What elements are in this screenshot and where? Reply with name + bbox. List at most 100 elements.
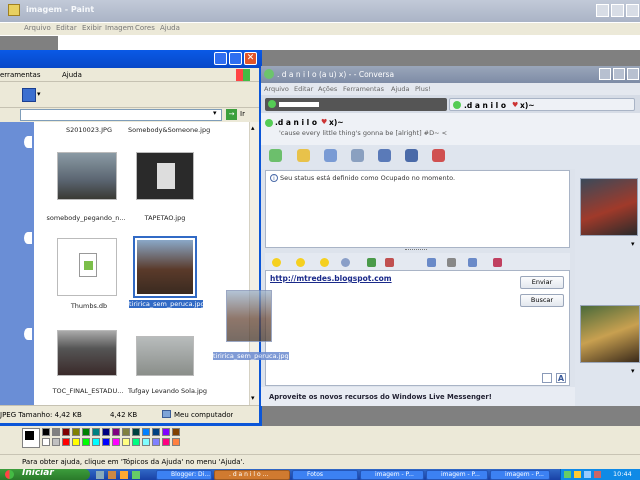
background-icon[interactable]	[367, 258, 376, 267]
go-arrow-icon[interactable]: →	[226, 109, 237, 120]
tray-icon[interactable]	[594, 471, 601, 478]
tray-icon[interactable]	[564, 471, 571, 478]
file-label[interactable]: Somebody&Someone.jpg	[128, 126, 210, 134]
explorer-close-button[interactable]: ✕	[244, 52, 257, 65]
msn-menu-ferramentas[interactable]: Ferramentas	[343, 85, 384, 93]
scroll-up-arrow-icon[interactable]: ▴	[251, 124, 255, 132]
handwriting-icon[interactable]	[468, 258, 477, 267]
tab-contact[interactable]: .d a n i l o ♥ x)~	[449, 98, 635, 111]
palette-swatch[interactable]	[122, 428, 130, 436]
scroll-down-arrow-icon[interactable]: ▾	[251, 394, 255, 402]
file-label[interactable]: somebody_pegando_n...	[46, 214, 126, 222]
palette-swatch[interactable]	[42, 438, 50, 446]
paint-canvas[interactable]	[58, 36, 640, 50]
file-thumbnail-document[interactable]	[57, 238, 117, 296]
palette-swatch[interactable]	[132, 428, 140, 436]
palette-swatch[interactable]	[112, 438, 120, 446]
palette-swatch[interactable]	[142, 438, 150, 446]
webcam-icon[interactable]	[324, 149, 337, 162]
go-button-label[interactable]: Ir	[240, 110, 245, 118]
paint-menu-editar[interactable]: Editar	[56, 24, 77, 32]
splitter-handle[interactable]	[405, 249, 427, 251]
explorer-menu-ajuda[interactable]: Ajuda	[62, 71, 82, 79]
file-label[interactable]: Thumbs.db	[54, 302, 124, 310]
promo-text[interactable]: Aproveite os novos recursos do Windows L…	[269, 393, 492, 401]
palette-swatch[interactable]	[52, 438, 60, 446]
palette-swatch[interactable]	[172, 428, 180, 436]
task-pane-collapse-icon[interactable]	[24, 136, 32, 148]
task-pane-collapse-icon[interactable]	[24, 232, 32, 244]
contact-display-picture[interactable]	[580, 178, 638, 236]
paint-menu-exibir[interactable]: Exibir	[82, 24, 102, 32]
views-icon[interactable]	[22, 88, 36, 102]
palette-swatch[interactable]	[72, 428, 80, 436]
palette-swatch[interactable]	[82, 428, 90, 436]
own-picture-menu-chevron-icon[interactable]: ▾	[631, 367, 635, 375]
send-file-icon[interactable]	[297, 149, 310, 162]
nudge-icon[interactable]	[320, 258, 329, 267]
block-contact-icon[interactable]	[432, 149, 445, 162]
clock[interactable]: 10:44	[613, 470, 632, 478]
quick-launch-explorer-icon[interactable]	[96, 471, 104, 479]
messenger-minimize-button[interactable]	[599, 68, 611, 80]
quick-launch-messenger-icon[interactable]	[132, 471, 140, 479]
views-dropdown-chevron-icon[interactable]: ▾	[37, 90, 41, 98]
address-dropdown-chevron-icon[interactable]: ▾	[213, 109, 217, 117]
font-icon[interactable]	[427, 258, 436, 267]
file-thumbnail-selected[interactable]	[133, 236, 197, 298]
palette-swatch[interactable]	[62, 428, 70, 436]
taskbar-button-paint-3[interactable]: imagem - P...	[490, 470, 550, 480]
wink-picker-icon[interactable]	[296, 258, 305, 267]
palette-swatch[interactable]	[42, 428, 50, 436]
palette-swatch[interactable]	[162, 428, 170, 436]
messenger-close-button[interactable]	[627, 68, 639, 80]
palette-swatch[interactable]	[112, 428, 120, 436]
file-label[interactable]: TAPETAO.jpg	[130, 214, 200, 222]
display-picture-menu-chevron-icon[interactable]: ▾	[631, 240, 635, 248]
file-thumbnail-image[interactable]	[57, 152, 117, 200]
conversation-history[interactable]: i Seu status está definido como Ocupado …	[265, 170, 570, 248]
tray-icon[interactable]	[584, 471, 591, 478]
explorer-maximize-button[interactable]	[229, 52, 242, 65]
paint-maximize-button[interactable]	[611, 4, 624, 17]
explorer-menu-ferramentas[interactable]: erramentas	[0, 71, 40, 79]
file-thumbnail-image[interactable]	[57, 330, 117, 376]
palette-swatch[interactable]	[52, 428, 60, 436]
pen-icon[interactable]	[447, 258, 456, 267]
voice-clip-icon[interactable]	[341, 258, 350, 267]
palette-swatch[interactable]	[102, 428, 110, 436]
message-input[interactable]: http://mtredes.blogspot.com Enviar Busca…	[265, 270, 570, 386]
games-icon[interactable]	[405, 149, 418, 162]
search-button[interactable]: Buscar	[520, 294, 564, 307]
palette-swatch[interactable]	[132, 438, 140, 446]
explorer-scrollbar[interactable]: ▴ ▾	[249, 122, 259, 405]
gift-icon[interactable]	[493, 258, 502, 267]
file-label[interactable]: Tufgay Levando Sola.jpg	[128, 387, 207, 395]
palette-swatch[interactable]	[122, 438, 130, 446]
palette-swatch[interactable]	[172, 438, 180, 446]
file-label[interactable]: S2010023.JPG	[54, 126, 124, 134]
taskbar-button-paint-2[interactable]: imagem - P...	[426, 470, 488, 480]
image-icon[interactable]	[385, 258, 394, 267]
task-pane-collapse-icon[interactable]	[24, 328, 32, 340]
paint-menu-cores[interactable]: Cores	[135, 24, 155, 32]
tray-icon[interactable]	[574, 471, 581, 478]
taskbar-button-fotos[interactable]: Fotos	[292, 470, 358, 480]
paint-minimize-button[interactable]	[596, 4, 609, 17]
palette-swatch[interactable]	[152, 438, 160, 446]
activities-icon[interactable]	[378, 149, 391, 162]
msn-menu-editar[interactable]: Editar	[294, 85, 313, 93]
call-icon[interactable]	[351, 149, 364, 162]
address-input[interactable]	[20, 109, 222, 121]
text-mode-icon[interactable]: A	[556, 373, 566, 383]
quick-launch-media-icon[interactable]	[108, 471, 116, 479]
palette-swatch[interactable]	[142, 428, 150, 436]
msn-menu-acoes[interactable]: Ações	[318, 85, 337, 93]
paint-menu-imagem[interactable]: Imagem	[105, 24, 134, 32]
msn-menu-plus[interactable]: Plus!	[415, 85, 431, 93]
paint-close-button[interactable]	[626, 4, 639, 17]
explorer-minimize-button[interactable]	[214, 52, 227, 65]
taskbar-button-messenger[interactable]: . d a n i l o ...	[214, 470, 290, 480]
taskbar-button-paint-1[interactable]: imagem - P...	[360, 470, 424, 480]
msn-menu-ajuda[interactable]: Ajuda	[391, 85, 409, 93]
